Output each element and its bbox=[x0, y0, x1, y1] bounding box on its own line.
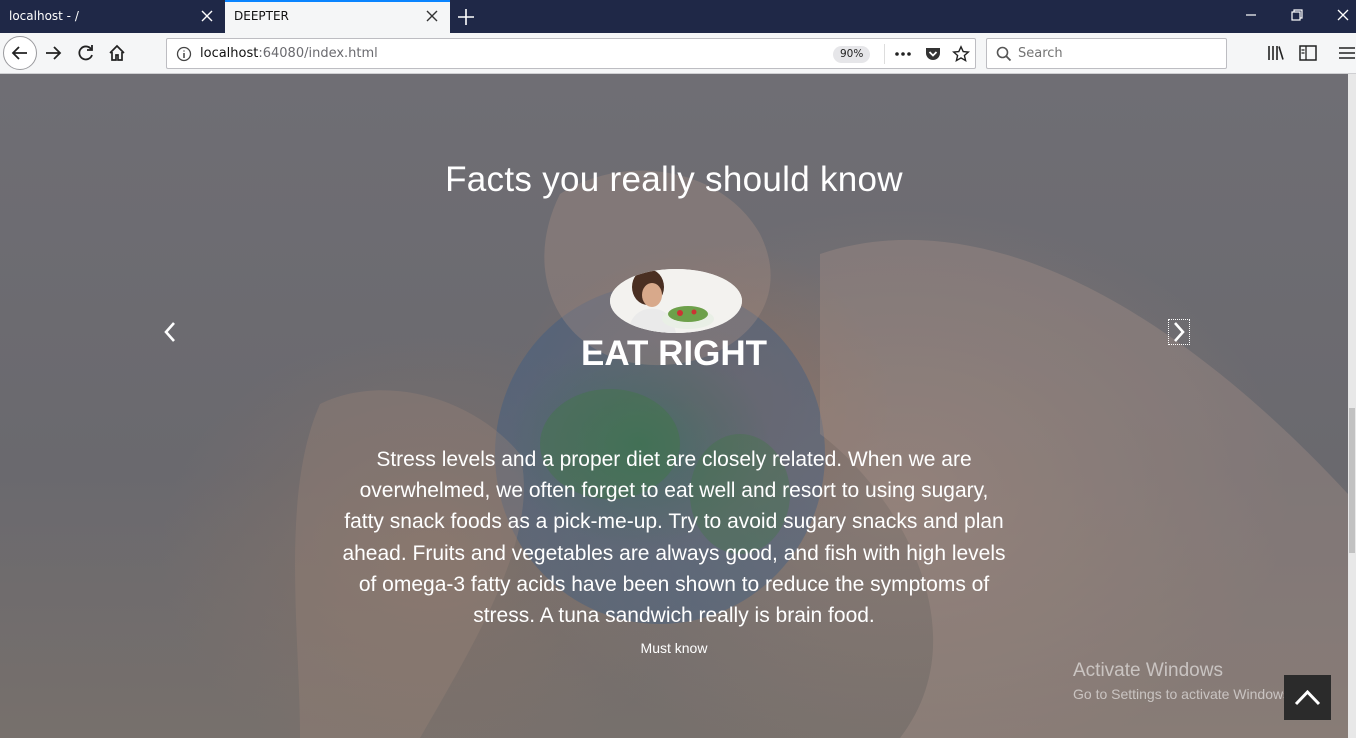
home-icon[interactable] bbox=[107, 43, 127, 63]
pocket-icon[interactable] bbox=[924, 45, 942, 63]
zoom-badge[interactable]: 90% bbox=[833, 46, 871, 63]
slide-title: EAT RIGHT bbox=[580, 334, 767, 373]
slide-text: Stress levels and a proper diet are clos… bbox=[342, 448, 1006, 628]
more-actions-icon[interactable] bbox=[894, 45, 912, 63]
salad-image bbox=[610, 269, 742, 333]
window-close-icon[interactable] bbox=[1336, 8, 1350, 22]
url-path: :64080/index.html bbox=[258, 46, 378, 61]
search-placeholder: Search bbox=[1018, 46, 1063, 61]
forward-icon[interactable] bbox=[43, 43, 63, 63]
new-tab-icon[interactable] bbox=[455, 6, 477, 28]
page-content: Facts you really should know EAT RIGHT S… bbox=[0, 74, 1348, 738]
bookmark-star-icon[interactable] bbox=[952, 45, 970, 63]
activate-windows-title: Activate Windows bbox=[1073, 660, 1223, 681]
url-host: localhost bbox=[200, 46, 259, 61]
sidebar-icon[interactable] bbox=[1298, 43, 1318, 63]
url-bar[interactable]: localhost:64080/index.html 90% bbox=[166, 38, 976, 69]
tab-title: localhost - / bbox=[9, 9, 79, 23]
tab-title: DEEPTER bbox=[234, 9, 289, 23]
info-icon[interactable] bbox=[176, 46, 192, 62]
url-divider bbox=[884, 44, 885, 64]
restore-icon[interactable] bbox=[1290, 8, 1304, 22]
url-text[interactable]: localhost:64080/index.html bbox=[200, 46, 378, 61]
menu-icon[interactable] bbox=[1337, 43, 1356, 63]
tab-localhost[interactable]: localhost - / bbox=[0, 0, 225, 33]
scrollbar-thumb[interactable] bbox=[1349, 408, 1355, 553]
must-know-link[interactable]: Must know bbox=[0, 640, 1348, 656]
search-bar[interactable]: Search bbox=[986, 38, 1227, 69]
library-icon[interactable] bbox=[1266, 43, 1286, 63]
scroll-to-top-button[interactable] bbox=[1284, 675, 1331, 720]
tab-deepter[interactable]: DEEPTER bbox=[225, 0, 450, 33]
salad-photo bbox=[610, 269, 742, 333]
back-button[interactable] bbox=[3, 36, 37, 70]
tab-strip: localhost - / DEEPTER bbox=[0, 0, 1356, 33]
vertical-scrollbar[interactable] bbox=[1348, 74, 1356, 738]
search-icon bbox=[996, 46, 1012, 62]
carousel-next-icon[interactable] bbox=[1168, 319, 1190, 345]
close-icon[interactable] bbox=[425, 9, 439, 23]
reload-icon[interactable] bbox=[76, 43, 96, 63]
carousel-prev-icon[interactable] bbox=[160, 320, 180, 344]
section-heading: Facts you really should know bbox=[445, 160, 903, 199]
close-icon[interactable] bbox=[200, 9, 214, 23]
nav-bar: localhost:64080/index.html 90% Search bbox=[0, 33, 1356, 74]
activate-windows-subtitle: Go to Settings to activate Windows. bbox=[1073, 686, 1294, 702]
minimize-icon[interactable] bbox=[1244, 8, 1258, 22]
chevron-up-icon bbox=[1294, 689, 1321, 706]
back-arrow-icon bbox=[11, 46, 27, 60]
